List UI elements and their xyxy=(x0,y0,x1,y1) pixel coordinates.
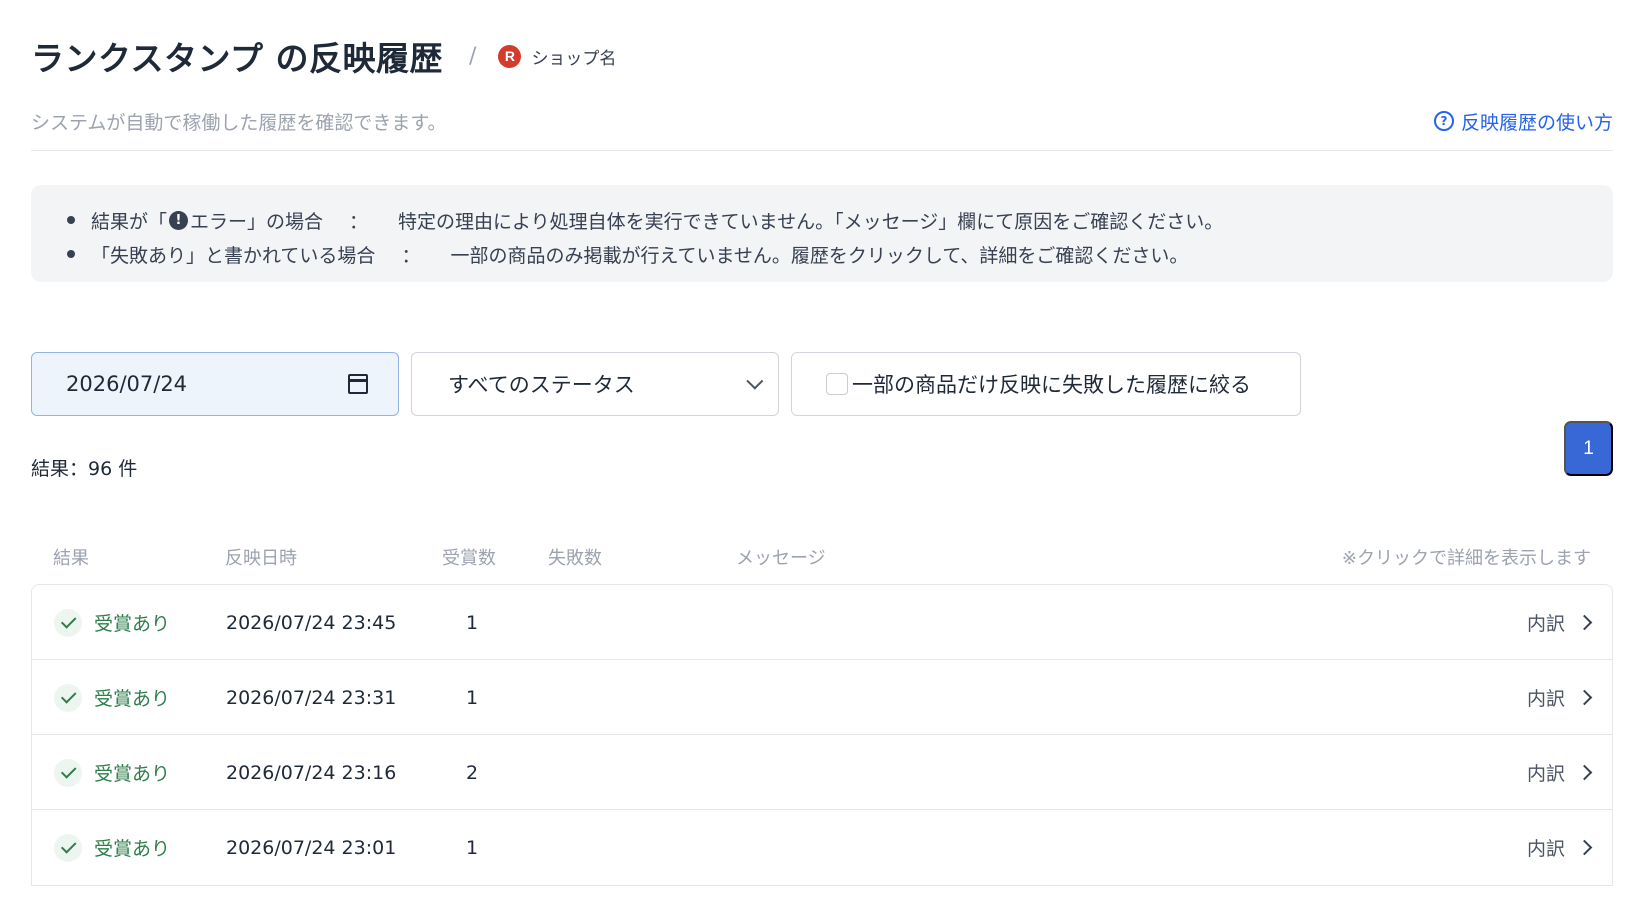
partial-failure-label: 一部の商品だけ反映に失敗した履歴に絞る xyxy=(852,373,1251,397)
detail-link[interactable]: 内訳 xyxy=(1526,585,1593,660)
notice-condition-suffix: エラー」の場合 xyxy=(190,210,324,233)
chevron-right-icon xyxy=(1576,689,1593,706)
page-header: ランクスタンプ の反映履歴 / R ショップ名 xyxy=(31,0,1613,104)
check-icon xyxy=(54,833,82,862)
table-row[interactable]: 受賞あり 2026/07/24 23:31 1 内訳 xyxy=(32,660,1612,735)
result-cell: 受賞あり xyxy=(54,735,170,810)
awards-cell: 2 xyxy=(466,761,479,784)
notice-condition: 「失敗あり」と書かれている場合 xyxy=(91,244,376,267)
awards-cell: 1 xyxy=(466,611,479,634)
header-awards: 受賞数 xyxy=(442,548,496,569)
datetime-cell: 2026/07/24 23:31 xyxy=(226,686,397,709)
notice-condition: 結果が「 ! エラー」の場合 xyxy=(91,207,323,234)
notice-text: 一部の商品のみ掲載が行えていません。履歴をクリックして、詳細をご確認ください。 xyxy=(450,244,1189,267)
awards-cell: 1 xyxy=(466,686,479,709)
detail-link[interactable]: 内訳 xyxy=(1526,810,1593,885)
header-message: メッセージ xyxy=(736,548,826,569)
shop-name: ショップ名 xyxy=(531,48,617,69)
status-label: 受賞あり xyxy=(94,688,171,710)
datetime-cell: 2026/07/24 23:01 xyxy=(226,836,397,859)
results-bar: 結果：96 件 1 xyxy=(31,421,1613,481)
table-row[interactable]: 受賞あり 2026/07/24 23:16 2 内訳 xyxy=(32,735,1612,810)
help-link-label: 反映履歴の使い方 xyxy=(1460,111,1613,134)
detail-label: 内訳 xyxy=(1526,613,1565,635)
notice-colon: ： xyxy=(401,244,421,267)
subheader: システムが自動で稼働した履歴を確認できます。 ? 反映履歴の使い方 xyxy=(31,104,1613,151)
awards-cell: 1 xyxy=(466,836,479,859)
result-cell: 受賞あり xyxy=(54,585,170,660)
notice-item-error: 結果が「 ! エラー」の場合 ： 特定の理由により処理自体を実行できていません。… xyxy=(67,203,1613,237)
result-count: 結果：96 件 xyxy=(31,458,138,480)
chevron-right-icon xyxy=(1576,614,1593,631)
bullet-icon xyxy=(67,250,75,258)
history-page: ランクスタンプ の反映履歴 / R ショップ名 システムが自動で稼働した履歴を確… xyxy=(0,0,1644,898)
check-icon xyxy=(54,608,82,637)
chevron-right-icon xyxy=(1576,764,1593,781)
datetime-cell: 2026/07/24 23:45 xyxy=(226,611,397,634)
status-label: 受賞あり xyxy=(94,838,171,860)
status-label: 受賞あり xyxy=(94,763,171,785)
notice-text: 特定の理由により処理自体を実行できていません。「メッセージ」欄にて原因をご確認く… xyxy=(398,210,1224,233)
table-row[interactable]: 受賞あり 2026/07/24 23:45 1 内訳 xyxy=(32,585,1612,660)
table-row[interactable]: 受賞あり 2026/07/24 23:01 1 内訳 xyxy=(32,810,1612,885)
detail-link[interactable]: 内訳 xyxy=(1526,735,1593,810)
notice-box: 結果が「 ! エラー」の場合 ： 特定の理由により処理自体を実行できていません。… xyxy=(31,185,1613,282)
result-cell: 受賞あり xyxy=(54,810,170,885)
detail-label: 内訳 xyxy=(1526,688,1565,710)
error-icon: ! xyxy=(169,210,189,230)
header-datetime: 反映日時 xyxy=(225,548,297,569)
chevron-right-icon xyxy=(1576,839,1593,856)
status-select[interactable]: すべてのステータス xyxy=(411,352,779,416)
calendar-icon[interactable] xyxy=(348,374,368,394)
date-input[interactable]: 2026/07/24 xyxy=(31,352,399,416)
datetime-cell: 2026/07/24 23:16 xyxy=(226,761,397,784)
header-result: 結果 xyxy=(53,548,89,569)
pagination-page-1[interactable]: 1 xyxy=(1564,421,1613,476)
bullet-icon xyxy=(67,216,75,224)
header-failures: 失敗数 xyxy=(548,548,602,569)
result-cell: 受賞あり xyxy=(54,660,170,735)
chevron-down-icon xyxy=(746,372,764,390)
breadcrumb-separator: / xyxy=(469,43,477,69)
notice-condition-prefix: 結果が「 xyxy=(91,210,168,233)
shop-logo-icon: R xyxy=(498,44,522,68)
detail-label: 内訳 xyxy=(1526,763,1565,785)
notice-colon: ： xyxy=(349,210,369,233)
page-title: ランクスタンプ の反映履歴 xyxy=(31,39,444,78)
date-value: 2026/07/24 xyxy=(66,372,188,396)
history-table: 受賞あり 2026/07/24 23:45 1 内訳 受賞あり 2026/07/… xyxy=(31,584,1613,886)
check-icon xyxy=(54,758,82,787)
partial-failure-checkbox[interactable] xyxy=(826,373,848,395)
partial-failure-filter[interactable]: 一部の商品だけ反映に失敗した履歴に絞る xyxy=(791,352,1301,416)
page-subtitle: システムが自動で稼働した履歴を確認できます。 xyxy=(31,111,447,134)
table-header: 結果 反映日時 受賞数 失敗数 メッセージ ※クリックで詳細を表示します xyxy=(31,537,1613,577)
status-label: 受賞あり xyxy=(94,613,171,635)
filter-bar: 2026/07/24 すべてのステータス 一部の商品だけ反映に失敗した履歴に絞る xyxy=(31,352,1613,416)
check-icon xyxy=(54,683,82,712)
status-select-value: すべてのステータス xyxy=(448,373,635,397)
notice-item-partial: 「失敗あり」と書かれている場合 ： 一部の商品のみ掲載が行えていません。履歴をク… xyxy=(67,237,1613,271)
question-circle-icon: ? xyxy=(1433,111,1454,131)
detail-label: 内訳 xyxy=(1526,838,1565,860)
header-click-hint: ※クリックで詳細を表示します xyxy=(1341,548,1591,569)
detail-link[interactable]: 内訳 xyxy=(1526,660,1593,735)
help-link[interactable]: ? 反映履歴の使い方 xyxy=(1433,108,1613,135)
